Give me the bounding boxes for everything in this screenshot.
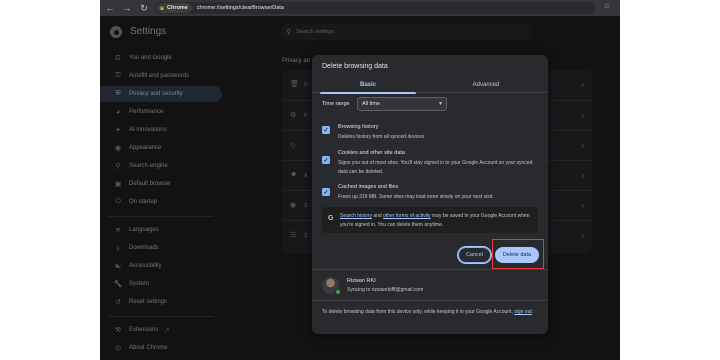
tab-advanced[interactable]: Advanced [430,76,542,93]
delete-browsing-data-dialog: Delete browsing data Basic Advanced Time… [312,55,548,334]
chrome-chip-label: Chrome [167,5,188,11]
url-text[interactable]: chrome://settings/clearBrowserData [197,5,284,11]
time-range-select[interactable]: All time ▾ [357,97,447,111]
dialog-title: Delete browsing data [322,63,388,70]
browsing-history-checkbox[interactable]: ✓ [322,126,330,134]
delete-data-button[interactable]: Delete data [495,247,539,263]
info-text-part: and [371,213,384,219]
other-activity-link[interactable]: other forms of activity [383,213,431,219]
reload-icon[interactable]: ↻ [137,1,151,15]
google-account-info-box: G Search history and other forms of acti… [322,207,538,233]
sign-out-link[interactable]: sign out [514,309,532,315]
footer-text-end: . [531,309,534,315]
avatar [322,277,341,295]
arrow-left-icon[interactable]: ← [103,1,117,15]
option-title: Cookies and other site data [338,150,405,156]
browser-window: ← → ↻ Chrome chrome://settings/clearBrow… [100,0,620,360]
google-g-icon: G [328,215,334,222]
browser-toolbar: ← → ↻ Chrome chrome://settings/clearBrow… [100,0,620,16]
divider [312,300,548,301]
option-title: Cached images and files [338,184,399,190]
divider [312,269,548,270]
chevron-down-icon: ▾ [438,101,442,107]
chrome-icon [159,5,165,11]
star-icon[interactable]: ☆ [604,2,610,10]
dialog-tabs: Basic Advanced [312,76,548,94]
arrow-right-icon[interactable]: → [120,1,134,15]
chrome-chip[interactable]: Chrome [157,3,192,13]
account-sync-status: Syncing to rizwanrkifff@gmail.com [347,287,424,293]
time-range-value: All time [362,101,381,107]
option-description: Signs you out of most sites. You'll stay… [338,160,533,175]
cancel-button[interactable]: Cancel [458,247,491,263]
footer-text-part: To delete browsing data from this device… [322,309,515,315]
time-range-label: Time range [322,101,350,107]
info-text: Search history and other forms of activi… [340,212,534,229]
cached-images-checkbox[interactable]: ✓ [322,188,330,196]
option-description: Frees up 319 MB. Some sites may load mor… [338,194,494,200]
footer-text: To delete browsing data from this device… [322,308,542,317]
address-bar[interactable]: Chrome chrome://settings/clearBrowserDat… [155,2,595,14]
tab-basic[interactable]: Basic [312,76,424,94]
sync-icon [335,289,341,295]
option-title: Browsing history [338,124,379,130]
account-name: Rizwan RKI [347,278,376,284]
search-history-link[interactable]: Search history [340,213,372,219]
cookies-checkbox[interactable]: ✓ [322,156,330,164]
option-description: Deletes history from all synced devices [338,134,425,140]
